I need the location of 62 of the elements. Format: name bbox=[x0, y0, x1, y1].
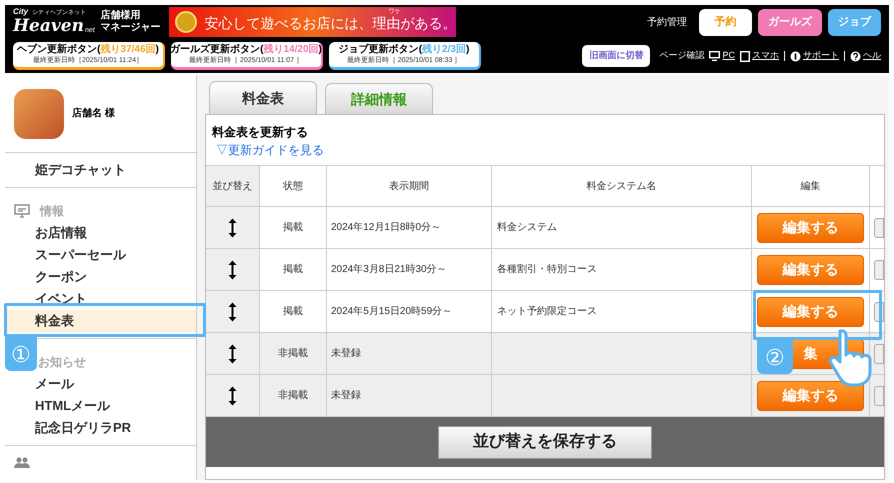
sidebar-item[interactable]: クーポン bbox=[5, 266, 196, 288]
period-text: 2024年5月15日20時59分～ bbox=[331, 304, 452, 319]
section-title: 情報 bbox=[40, 203, 64, 220]
photo-placeholder bbox=[14, 88, 64, 138]
people-icon bbox=[14, 456, 30, 468]
info-circle-icon bbox=[790, 50, 801, 62]
old-screen-button[interactable]: 旧画面に切替 bbox=[582, 45, 650, 67]
page-heading: 料金表を更新する bbox=[210, 124, 309, 140]
checkbox-edge[interactable] bbox=[874, 344, 884, 364]
tablet-icon bbox=[740, 50, 750, 62]
column-header: 表示期間 bbox=[327, 166, 492, 206]
step-number: ① bbox=[5, 337, 37, 371]
sidebar-item[interactable]: 記念日ゲリラPR bbox=[5, 417, 196, 439]
status-text: 非掲載 bbox=[278, 388, 308, 403]
save-order-button[interactable]: 並び替えを保存する bbox=[438, 426, 652, 458]
checkbox-edge[interactable] bbox=[874, 218, 884, 238]
up-down-arrow-icon[interactable] bbox=[228, 260, 237, 280]
up-down-arrow-icon[interactable] bbox=[228, 386, 237, 406]
price-system-name: 各種割引・特別コース bbox=[497, 262, 597, 277]
column-header: 編集 bbox=[752, 166, 870, 206]
checkbox-edge[interactable] bbox=[874, 260, 884, 280]
status-text: 掲載 bbox=[283, 304, 303, 319]
page-link[interactable]: スマホ bbox=[752, 49, 779, 63]
price-system-name: ネット予約限定コース bbox=[497, 304, 597, 319]
help-circle-icon bbox=[850, 50, 861, 62]
award-badge-icon bbox=[174, 11, 197, 33]
checkbox-edge[interactable] bbox=[874, 386, 884, 406]
period-text: 未登録 bbox=[331, 346, 361, 361]
monitor-icon bbox=[709, 51, 720, 61]
page-link[interactable]: PC bbox=[722, 49, 735, 63]
manager-label: マネージャー bbox=[100, 22, 161, 34]
manager-label: 店舗様用 bbox=[100, 10, 142, 22]
section-title: お知らせ bbox=[38, 354, 86, 371]
sidebar-item[interactable]: HTMLメール bbox=[5, 395, 196, 417]
tab[interactable]: 料金表 bbox=[209, 81, 317, 114]
status-text: 掲載 bbox=[283, 220, 303, 235]
status-text: 非掲載 bbox=[278, 346, 308, 361]
sidebar-item[interactable]: スーパーセール bbox=[5, 244, 196, 266]
monitor-icon bbox=[14, 204, 30, 218]
sidebar-item[interactable]: お店情報 bbox=[5, 222, 196, 244]
banner-text: 安心して遊べるお店には、理由がある。 bbox=[204, 15, 457, 33]
sidebar-item[interactable]: メール bbox=[5, 373, 196, 395]
column-header: 並び替え bbox=[206, 166, 260, 206]
period-text: 2024年12月1日8時0分～ bbox=[331, 220, 442, 235]
sidebar-item[interactable]: 姫デコチャット bbox=[5, 159, 196, 181]
column-header: 状態 bbox=[260, 166, 327, 206]
page-check-label: ページ確認 bbox=[659, 49, 704, 62]
price-system-name: 料金システム bbox=[497, 220, 557, 235]
step-number: ② bbox=[757, 340, 793, 374]
period-text: 2024年3月8日21時30分～ bbox=[331, 262, 447, 277]
up-down-arrow-icon[interactable] bbox=[228, 302, 237, 322]
status-text: 掲載 bbox=[283, 262, 303, 277]
column-header: 料金システム名 bbox=[492, 166, 752, 206]
store-name: 店舗名 様 bbox=[72, 106, 115, 121]
page-link[interactable]: ヘル bbox=[863, 49, 881, 63]
period-text: 未登録 bbox=[331, 388, 361, 403]
sidebar-item[interactable]: 料金表 bbox=[5, 310, 196, 332]
up-down-arrow-icon[interactable] bbox=[228, 218, 237, 238]
page-link[interactable]: サポート bbox=[803, 49, 839, 63]
reservation-label: 予約管理 bbox=[647, 16, 687, 30]
up-down-arrow-icon[interactable] bbox=[228, 344, 237, 364]
guide-link[interactable]: ▽更新ガイドを見る bbox=[206, 140, 884, 160]
